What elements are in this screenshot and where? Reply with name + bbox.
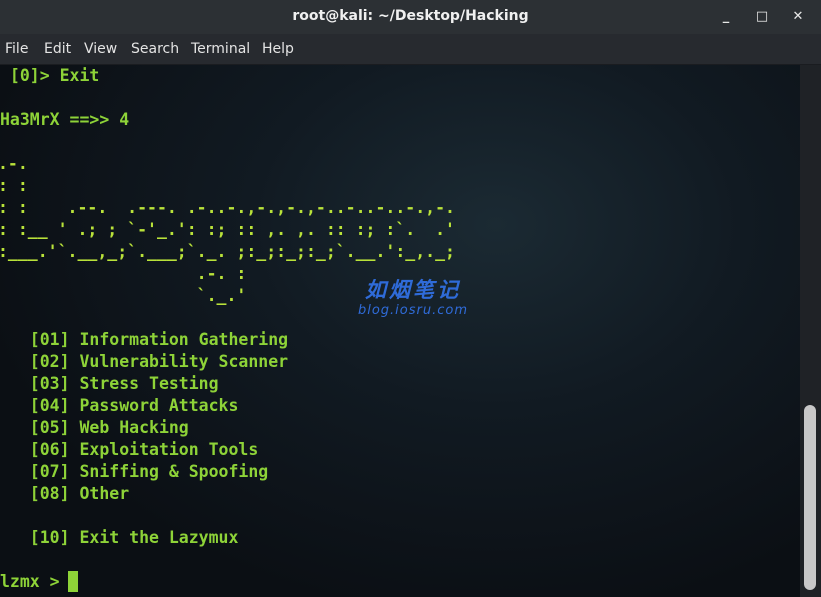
input-prompt: lzmx > — [0, 572, 70, 591]
menu-option: [07] Sniffing & Spoofing — [0, 462, 269, 481]
watermark-title: 如烟笔记 — [365, 278, 461, 302]
menu-option: [02] Vulnerability Scanner — [0, 352, 289, 371]
minimize-button[interactable]: _ — [716, 8, 736, 26]
ascii-art-line: :___.'`.__,_;`.___;`._. ;:_;:_;:_;`.__.'… — [0, 242, 455, 261]
close-button[interactable]: ✕ — [788, 8, 808, 26]
menu-view[interactable]: View — [84, 34, 117, 64]
menu-option: [08] Other — [0, 484, 130, 503]
window-title: root@kali: ~/Desktop/Hacking — [292, 8, 529, 24]
menu-help[interactable]: Help — [262, 34, 294, 64]
menu-option: [05] Web Hacking — [0, 418, 189, 437]
menu-option: [04] Password Attacks — [0, 396, 239, 415]
title-bar: root@kali: ~/Desktop/Hacking _ □ ✕ — [0, 0, 821, 34]
text-cursor — [68, 571, 78, 592]
scrollbar-thumb[interactable] — [804, 405, 816, 590]
maximize-button[interactable]: □ — [752, 8, 772, 26]
menu-option: [01] Information Gathering — [0, 330, 289, 349]
ascii-art-line: `._.' — [0, 286, 247, 305]
watermark-url: blog.iosru.com — [357, 303, 469, 318]
menu-option: [06] Exploitation Tools — [0, 440, 259, 459]
ascii-art-line: : : .--. .---. .-..-.,-.,-.,-..-..-..-.,… — [0, 198, 455, 217]
watermark: 如烟笔记 blog.iosru.com — [348, 277, 478, 319]
exit-option-line: [0]> Exit — [0, 66, 100, 85]
menu-edit[interactable]: Edit — [44, 34, 71, 64]
ascii-art-line: : :__ ' .; ; `-'_.': :; :: ,. ,. :: :; :… — [0, 220, 455, 239]
menu-file[interactable]: File — [5, 34, 28, 64]
command-prompt-line: Ha3MrX ==>> 4 — [0, 110, 130, 129]
menu-terminal[interactable]: Terminal — [191, 34, 250, 64]
ascii-art-line: .-. : — [0, 264, 247, 283]
terminal-output[interactable]: [0]> Exit Ha3MrX ==>> 4 .-. : : : : .--.… — [0, 65, 800, 597]
menu-option: [03] Stress Testing — [0, 374, 219, 393]
exit-lazymux-option: [10] Exit the Lazymux — [0, 528, 239, 547]
vertical-scrollbar[interactable] — [800, 65, 821, 597]
ascii-art-line: .-. — [0, 154, 28, 173]
menu-bar: File Edit View Search Terminal Help — [0, 34, 821, 65]
menu-search[interactable]: Search — [131, 34, 179, 64]
ascii-art-line: : : — [0, 176, 28, 195]
